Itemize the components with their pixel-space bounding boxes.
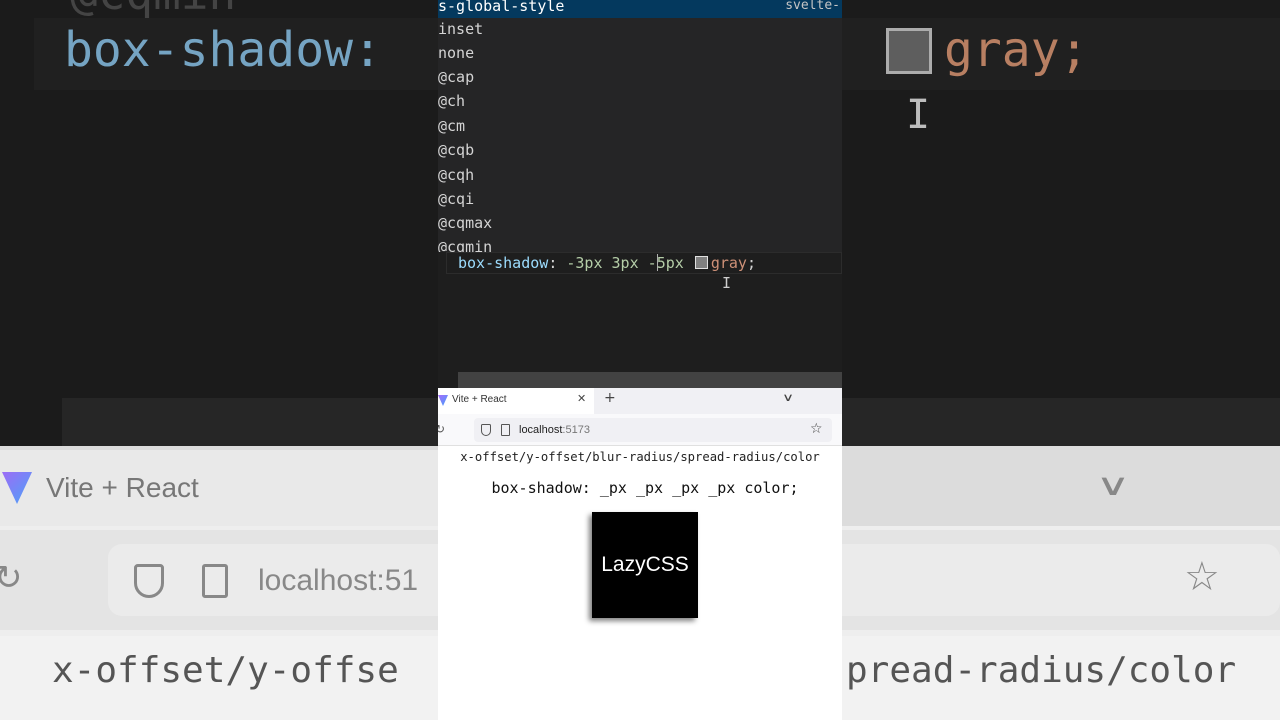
background-star-icon: ☆ <box>1184 554 1220 600</box>
background-content-left: x-offset/y-offse <box>52 650 399 691</box>
shield-icon[interactable] <box>481 424 491 436</box>
suggestion-label: s-global-style <box>438 0 565 15</box>
suggestion-label: @cm <box>438 117 466 135</box>
url-host: localhost <box>519 424 563 436</box>
demo-box: LazyCSS <box>592 512 698 618</box>
background-tab-title: Vite + React <box>46 472 199 503</box>
new-tab-icon[interactable]: + <box>604 390 616 406</box>
background-vite-logo-icon <box>2 472 32 504</box>
css-colon: : <box>548 254 567 272</box>
css-semicolon: ; <box>746 254 756 272</box>
suggestion-label: inset <box>438 20 484 38</box>
suggestion-item[interactable]: @cqmin <box>438 235 842 252</box>
shadow-syntax-text: box-shadow: _px _px _px _px color; <box>491 479 799 497</box>
suggestion-item[interactable]: @cqi <box>438 187 842 211</box>
url-bar[interactable]: localhost:5173 ☆ <box>474 418 832 442</box>
css-property: box-shadow <box>458 254 549 272</box>
suggestion-label: @cqmax <box>438 214 493 232</box>
url-port: :5173 <box>562 424 590 436</box>
autocomplete-list: s-global-style svelte- inset none @cap @… <box>438 0 842 252</box>
suggestion-item[interactable]: @cm <box>438 114 842 138</box>
background-page-icon <box>202 564 228 598</box>
main-panel: s-global-style svelte- inset none @cap @… <box>438 0 842 720</box>
background-color-swatch <box>886 28 932 74</box>
tab-vite-react[interactable]: Vite + React ✕ <box>438 388 594 414</box>
background-reload-icon: ↻ <box>0 558 23 598</box>
bookmark-star-icon[interactable]: ☆ <box>810 421 823 437</box>
suggestion-detail: svelte- <box>785 0 840 13</box>
browser-window: Vite + React ✕ + ∨ ↻ localhost:5173 ☆ x-… <box>438 388 842 720</box>
css-value-blur: 5px <box>656 254 684 272</box>
shadow-params-text: x-offset/y-offset/blur-radius/spread-rad… <box>460 450 820 464</box>
background-code-left: box-shadow: <box>64 22 382 78</box>
background-suggestion-fragment: @cqmin <box>70 0 236 20</box>
suggestion-item[interactable]: @cqh <box>438 163 842 187</box>
chevron-down-icon[interactable]: ∨ <box>782 391 794 404</box>
suggestion-label: none <box>438 44 475 62</box>
background-content-right: pread-radius/color <box>846 650 1237 691</box>
css-value-y-offset: 3px <box>611 254 639 272</box>
suggestion-label: @cqi <box>438 190 475 208</box>
demo-box-label: LazyCSS <box>601 553 689 576</box>
suggestion-item[interactable]: @cap <box>438 65 842 89</box>
reload-icon[interactable]: ↻ <box>438 422 445 436</box>
page-content: x-offset/y-offset/blur-radius/spread-rad… <box>438 446 842 720</box>
suggestion-item[interactable]: @cqb <box>438 138 842 162</box>
suggestion-item-selected[interactable]: s-global-style svelte- <box>438 0 842 18</box>
background-shield-icon <box>134 564 164 598</box>
suggestion-item[interactable]: @ch <box>438 89 842 113</box>
horizontal-scrollbar[interactable] <box>458 372 842 388</box>
code-line[interactable]: box-shadow: -3px 3px -5px gray; <box>458 253 756 273</box>
suggestion-item[interactable]: none <box>438 41 842 65</box>
css-value-blur-prefix: - <box>647 254 657 272</box>
css-value-x-offset: -3px <box>566 254 603 272</box>
suggestion-item[interactable]: inset <box>438 17 842 41</box>
color-swatch-icon[interactable] <box>694 256 708 269</box>
suggestion-item[interactable]: @cqmax <box>438 211 842 235</box>
navigation-bar: ↻ localhost:5173 ☆ <box>438 414 842 446</box>
tab-bar: Vite + React ✕ + ∨ <box>438 388 842 414</box>
close-tab-icon[interactable]: ✕ <box>577 392 586 405</box>
vite-logo-icon <box>438 395 448 406</box>
background-chevron-down-icon: ∨ <box>1095 468 1131 503</box>
code-editor[interactable]: box-shadow: -3px 3px -5px gray; I <box>438 252 842 388</box>
tab-title: Vite + React <box>452 394 507 405</box>
page-icon[interactable] <box>501 424 510 436</box>
background-ibeam-cursor-icon: I <box>906 92 931 138</box>
background-url-text: localhost:51 <box>258 564 419 597</box>
suggestion-label: @cap <box>438 68 475 86</box>
background-code-right: gray; <box>944 22 1089 78</box>
url-text[interactable]: localhost:5173 <box>519 424 590 436</box>
suggestion-label: @ch <box>438 92 466 110</box>
css-color-value: gray <box>710 254 747 272</box>
ibeam-cursor-icon: I <box>722 274 732 292</box>
suggestion-label: @cqb <box>438 141 475 159</box>
suggestion-label: @cqmin <box>438 238 493 252</box>
suggestion-label: @cqh <box>438 166 475 184</box>
